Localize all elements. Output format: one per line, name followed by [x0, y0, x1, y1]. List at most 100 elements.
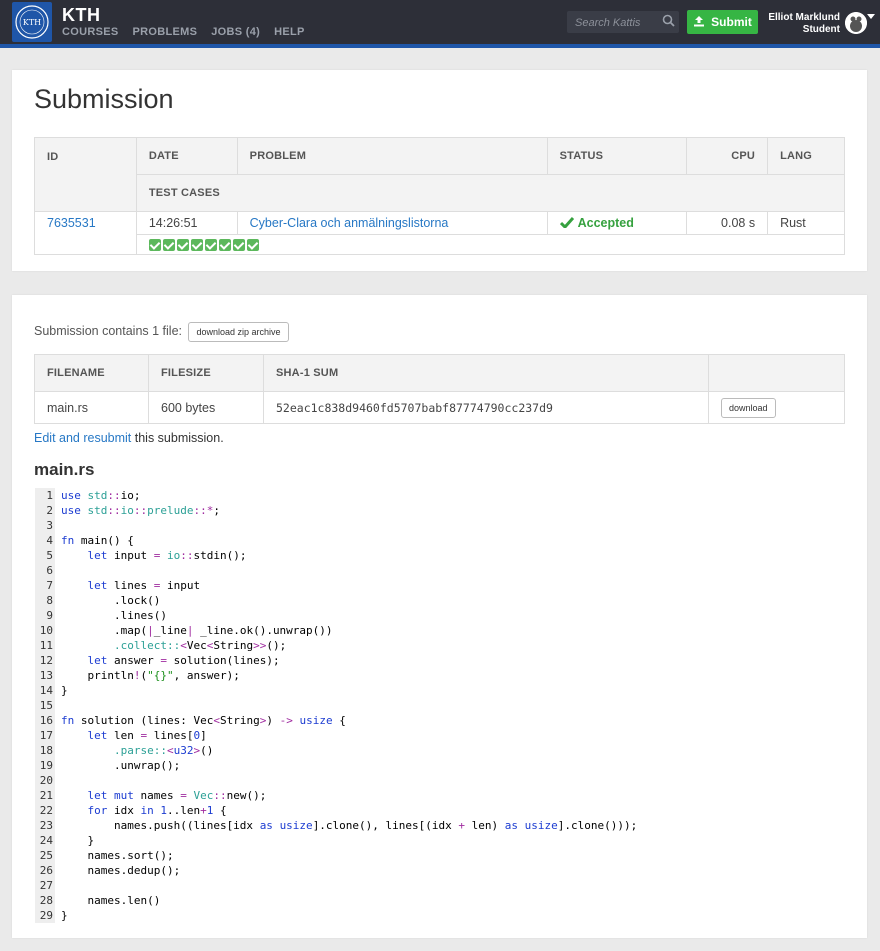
code-line: 15 [35, 698, 855, 713]
test-case-passed-icon[interactable] [232, 239, 245, 252]
file-actions: download [708, 391, 845, 424]
col-lang: LANG [767, 137, 845, 175]
test-case-passed-icon[interactable] [204, 239, 217, 252]
files-intro-text: Submission contains 1 file: [34, 324, 182, 338]
status-badge: Accepted [559, 216, 634, 230]
col-status: STATUS [546, 137, 688, 175]
top-navbar: KTH KTH COURSES PROBLEMS JOBS (4) HELP S… [0, 0, 880, 48]
nav-help[interactable]: HELP [274, 26, 305, 38]
user-role: Student [802, 24, 840, 35]
kth-logo[interactable]: KTH [12, 2, 52, 42]
col-sha1: SHA-1 SUM [263, 354, 709, 392]
line-number: 18 [35, 743, 55, 758]
code-text: let input = io::stdin(); [87, 549, 247, 562]
submit-button[interactable]: Submit [687, 10, 758, 34]
code-text: use std::io::prelude::*; [61, 504, 220, 517]
submission-lang: Rust [767, 211, 845, 235]
code-line: 22 for idx in 1..len+1 { [35, 803, 855, 818]
col-cpu: CPU [686, 137, 769, 175]
code-text: names.push((lines[idx as usize].clone(),… [61, 819, 638, 832]
test-case-passed-icon[interactable] [162, 239, 175, 252]
code-text: .map(|_line| _line.ok().unwrap()) [61, 624, 333, 637]
code-text: } [61, 684, 68, 697]
code-line: 17 let len = lines[0] [35, 728, 855, 743]
nav-jobs[interactable]: JOBS (4) [211, 26, 260, 38]
code-line: 13 println!("{}", answer); [35, 668, 855, 683]
code-line: 28 names.len() [35, 893, 855, 908]
test-case-passed-icon[interactable] [246, 239, 259, 252]
line-number: 14 [35, 683, 55, 698]
test-case-passed-icon[interactable] [218, 239, 231, 252]
code-line: 12 let answer = solution(lines); [35, 653, 855, 668]
line-number: 29 [35, 908, 55, 923]
svg-text:KTH: KTH [23, 18, 41, 27]
test-cases-cell [135, 234, 846, 255]
code-line: 23 names.push((lines[idx as usize].clone… [35, 818, 855, 833]
submission-cpu: 0.08 s [686, 211, 769, 235]
files-table: FILENAME FILESIZE SHA-1 SUM main.rs 600 … [34, 354, 845, 424]
download-file-button[interactable]: download [721, 397, 776, 418]
avatar[interactable] [845, 12, 867, 34]
download-zip-button[interactable]: download zip archive [188, 322, 289, 342]
line-number: 9 [35, 608, 55, 623]
submit-label: Submit [711, 15, 752, 29]
nav-courses[interactable]: COURSES [62, 26, 119, 38]
code-line: 25 names.sort(); [35, 848, 855, 863]
files-card: Submission contains 1 file: download zip… [12, 295, 867, 938]
submission-status-cell: Accepted [546, 211, 688, 235]
code-text: } [61, 834, 95, 847]
edit-resubmit-suffix: this submission. [131, 431, 224, 445]
user-menu-caret-icon[interactable] [867, 14, 875, 19]
upload-icon [693, 15, 705, 30]
code-line: 29} [35, 908, 855, 923]
code-line: 7 let lines = input [35, 578, 855, 593]
code-text: .parse::<u32>() [113, 744, 214, 757]
line-number: 6 [35, 563, 55, 578]
line-number: 8 [35, 593, 55, 608]
code-line: 18 .parse::<u32>() [35, 743, 855, 758]
line-number: 24 [35, 833, 55, 848]
code-text: let answer = solution(lines); [87, 654, 280, 667]
code-text: names.dedup(); [61, 864, 181, 877]
edit-resubmit-line: Edit and resubmit this submission. [34, 431, 224, 445]
test-case-passed-icon[interactable] [190, 239, 203, 252]
code-text: .collect::<Vec<String>>(); [113, 639, 287, 652]
col-actions [708, 354, 845, 392]
test-case-passed-icon[interactable] [148, 239, 161, 252]
search-icon[interactable] [662, 14, 675, 30]
line-number: 28 [35, 893, 55, 908]
file-name: main.rs [34, 391, 149, 424]
user-name: Elliot Marklund [768, 12, 840, 23]
user-info[interactable]: Elliot Marklund Student [760, 12, 840, 36]
submission-date: 14:26:51 [135, 211, 238, 235]
code-line: 21 let mut names = Vec::new(); [35, 788, 855, 803]
code-text: let len = lines[0] [87, 729, 207, 742]
line-number: 27 [35, 878, 55, 893]
line-number: 23 [35, 818, 55, 833]
submission-id-cell: 7635531 [34, 211, 137, 255]
line-number: 19 [35, 758, 55, 773]
main-nav: COURSES PROBLEMS JOBS (4) HELP [62, 26, 305, 38]
code-line: 6 [35, 563, 855, 578]
code-line: 26 names.dedup(); [35, 863, 855, 878]
code-text: println!("{}", answer); [61, 669, 240, 682]
code-text: let lines = input [87, 579, 201, 592]
code-line: 8 .lock() [35, 593, 855, 608]
code-text: fn solution (lines: Vec<String>) -> usiz… [61, 714, 346, 727]
nav-problems[interactable]: PROBLEMS [133, 26, 198, 38]
search-input[interactable] [573, 14, 661, 32]
submission-id-link[interactable]: 7635531 [47, 216, 96, 230]
edit-resubmit-link[interactable]: Edit and resubmit [34, 431, 131, 445]
problem-link[interactable]: Cyber-Clara och anmälningslistorna [250, 216, 449, 230]
line-number: 7 [35, 578, 55, 593]
code-line: 5 let input = io::stdin(); [35, 548, 855, 563]
line-number: 4 [35, 533, 55, 548]
submission-card: Submission ID DATE PROBLEM STATUS CPU LA… [12, 70, 867, 271]
test-case-passed-icon[interactable] [176, 239, 189, 252]
code-line: 20 [35, 773, 855, 788]
line-number: 12 [35, 653, 55, 668]
brand-name[interactable]: KTH [62, 5, 101, 26]
code-filename-heading: main.rs [34, 460, 95, 479]
